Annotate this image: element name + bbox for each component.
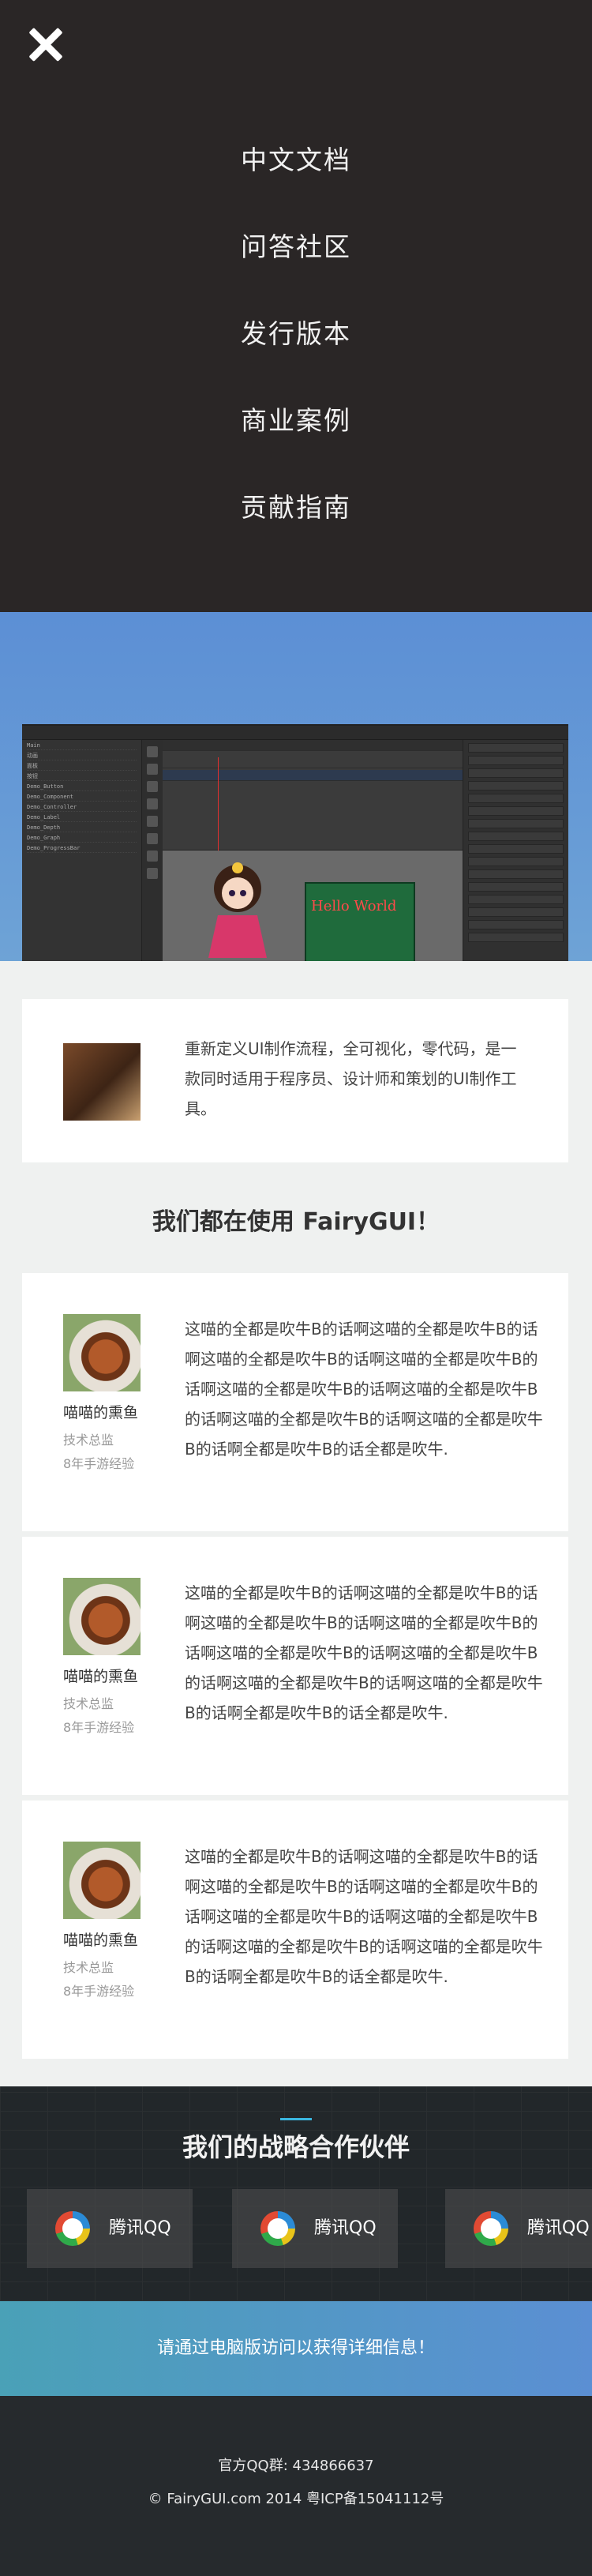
library-item: 面板 — [27, 762, 137, 771]
tool-icon — [147, 798, 158, 809]
editor-inspector — [463, 740, 568, 961]
editor-library-panel: Main 动画 面板 按钮 Demo_Button Demo_Component… — [22, 740, 142, 961]
library-item: 动画 — [27, 752, 137, 760]
intro-card: 重新定义UI制作流程，全可视化，零代码，是一款同时适用于程序员、设计师和策划的U… — [22, 999, 568, 1162]
stage-hello-text: Hello World — [311, 898, 397, 914]
tool-icon — [147, 851, 158, 862]
partner-name: 腾讯QQ — [527, 2218, 590, 2238]
library-item: Demo_Button — [27, 783, 137, 791]
footer-qq-group: 官方QQ群: 434866637 — [218, 2458, 374, 2474]
testimonial-text: 这喵的全都是吹牛B的话啊这喵的全都是吹牛B的话啊这喵的全都是吹牛B的话啊这喵的全… — [185, 1320, 543, 1459]
library-item: Demo_Label — [27, 813, 137, 822]
partner-logo-tencent-qq[interactable]: 腾讯QQ — [27, 2189, 193, 2268]
inspector-row — [468, 806, 564, 816]
testimonial-text: 这喵的全都是吹牛B的话啊这喵的全都是吹牛B的话啊这喵的全都是吹牛B的话啊这喵的全… — [185, 1847, 543, 1986]
tool-icon — [147, 746, 158, 757]
users-section-title: 我们都在使用 FairyGUI！ — [152, 1208, 440, 1236]
inspector-row — [468, 857, 564, 866]
testimonial-text: 这喵的全都是吹牛B的话啊这喵的全都是吹牛B的话啊这喵的全都是吹牛B的话啊这喵的全… — [185, 1583, 543, 1722]
mobile-menu-overlay: 中文文档 问答社区 发行版本 商业案例 贡献指南 — [0, 0, 592, 612]
testimonial-experience: 8年手游经验 — [63, 1720, 135, 1735]
editor-stage: Hello World — [163, 851, 463, 961]
menu-item-cases[interactable]: 商业案例 — [0, 395, 592, 482]
inspector-row — [468, 819, 564, 828]
character-sprite-icon — [208, 862, 267, 958]
inspector-row — [468, 832, 564, 841]
partners-title: 我们的战略合作伙伴 — [182, 2132, 410, 2162]
partner-logo-tencent-qq[interactable]: 腾讯QQ — [232, 2189, 398, 2268]
editor-timeline — [163, 740, 463, 851]
partner-logo-tencent-qq[interactable]: 腾讯QQ — [445, 2189, 592, 2268]
menu-item-docs[interactable]: 中文文档 — [0, 134, 592, 221]
inspector-row — [468, 933, 564, 942]
tool-icon — [147, 816, 158, 827]
library-item: Demo_Graph — [27, 834, 137, 843]
timeline-header — [163, 740, 463, 751]
partner-name: 腾讯QQ — [314, 2218, 377, 2238]
tencent-qq-icon — [474, 2211, 508, 2246]
testimonial-card: 喵喵的熏鱼 技术总监 8年手游经验 这喵的全都是吹牛B的话啊这喵的全都是吹牛B的… — [22, 1801, 568, 2059]
editor-toolbar — [22, 726, 568, 740]
intro-text: 重新定义UI制作流程，全可视化，零代码，是一款同时适用于程序员、设计师和策划的U… — [185, 1039, 517, 1118]
library-item: Demo_Controller — [27, 803, 137, 812]
hero-section: Main 动画 面板 按钮 Demo_Button Demo_Component… — [0, 612, 592, 961]
editor-screenshot: Main 动画 面板 按钮 Demo_Button Demo_Component… — [22, 724, 568, 961]
testimonial-name: 喵喵的熏鱼 — [63, 1404, 139, 1421]
testimonial-experience: 8年手游经验 — [63, 1984, 135, 1999]
library-item: Demo_ProgressBar — [27, 844, 137, 853]
tencent-qq-icon — [55, 2211, 90, 2246]
timeline-playhead — [218, 757, 219, 851]
timeline-track-selected — [163, 770, 463, 781]
inspector-row — [468, 768, 564, 778]
inspector-row — [468, 756, 564, 765]
footer-copyright: © FairyGUI.com 2014 粤ICP备15041112号 — [148, 2491, 444, 2507]
testimonial-role: 技术总监 — [63, 1433, 114, 1448]
testimonial-card: 喵喵的熏鱼 技术总监 8年手游经验 这喵的全都是吹牛B的话啊这喵的全都是吹牛B的… — [22, 1273, 568, 1531]
library-item: Demo_Depth — [27, 824, 137, 832]
testimonial-role: 技术总监 — [63, 1960, 114, 1975]
stage-panel — [305, 882, 415, 961]
timeline-track — [163, 757, 463, 768]
menu-item-contribute[interactable]: 贡献指南 — [0, 482, 592, 569]
desktop-notice-text: 请通过电脑版访问以获得详细信息！ — [156, 2338, 435, 2358]
library-item: Demo_Component — [27, 793, 137, 802]
close-icon[interactable] — [25, 24, 66, 65]
intro-photo — [63, 1043, 141, 1121]
partner-name: 腾讯QQ — [109, 2218, 171, 2238]
tool-icon — [147, 781, 158, 792]
avatar — [63, 1314, 141, 1391]
title-accent-line — [280, 2118, 312, 2120]
testimonial-name: 喵喵的熏鱼 — [63, 1668, 139, 1685]
inspector-row — [468, 907, 564, 917]
library-item: Main — [27, 742, 137, 750]
tool-icon — [147, 833, 158, 844]
tool-icon — [147, 764, 158, 775]
avatar — [63, 1578, 141, 1655]
desktop-notice-banner: 请通过电脑版访问以获得详细信息！ — [0, 2301, 592, 2396]
library-item: 按钮 — [27, 772, 137, 781]
tencent-qq-icon — [260, 2211, 295, 2246]
inspector-row — [468, 920, 564, 929]
editor-tool-strip — [142, 740, 163, 961]
testimonial-name: 喵喵的熏鱼 — [63, 1932, 139, 1949]
menu-list: 中文文档 问答社区 发行版本 商业案例 贡献指南 — [0, 134, 592, 569]
inspector-row — [468, 743, 564, 753]
menu-item-community[interactable]: 问答社区 — [0, 221, 592, 308]
testimonial-role: 技术总监 — [63, 1696, 114, 1711]
tool-icon — [147, 868, 158, 879]
inspector-row — [468, 882, 564, 892]
footer: 官方QQ群: 434866637 © FairyGUI.com 2014 粤IC… — [0, 2396, 592, 2576]
inspector-row — [468, 895, 564, 904]
inspector-row — [468, 869, 564, 879]
inspector-row — [468, 844, 564, 854]
testimonial-card: 喵喵的熏鱼 技术总监 8年手游经验 这喵的全都是吹牛B的话啊这喵的全都是吹牛B的… — [22, 1537, 568, 1795]
partners-section: 我们的战略合作伙伴 腾讯QQ 腾讯QQ 腾讯QQ — [0, 2086, 592, 2301]
inspector-row — [468, 781, 564, 790]
testimonial-experience: 8年手游经验 — [63, 1456, 135, 1471]
inspector-row — [468, 794, 564, 803]
avatar — [63, 1842, 141, 1919]
menu-item-releases[interactable]: 发行版本 — [0, 308, 592, 395]
